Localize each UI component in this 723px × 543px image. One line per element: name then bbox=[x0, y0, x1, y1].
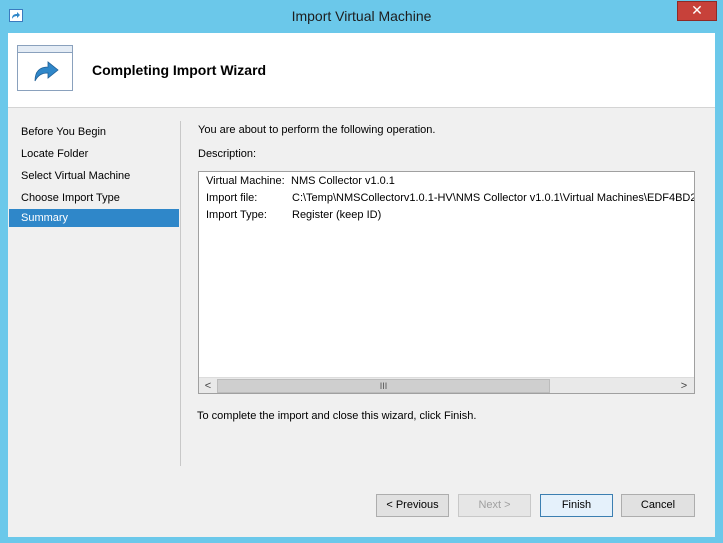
title-bar[interactable]: Import Virtual Machine ✕ bbox=[0, 0, 723, 33]
next-button[interactable]: Next > bbox=[458, 494, 531, 517]
scroll-left-arrow-icon[interactable]: < bbox=[200, 379, 216, 393]
wizard-header: Completing Import Wizard bbox=[8, 33, 715, 108]
nav-item-choose-import-type[interactable]: Choose Import Type bbox=[9, 189, 179, 207]
nav-item-locate-folder[interactable]: Locate Folder bbox=[9, 145, 179, 163]
intro-text: You are about to perform the following o… bbox=[198, 124, 436, 136]
nav-item-before-you-begin[interactable]: Before You Begin bbox=[9, 123, 179, 141]
detail-row-virtual-machine: Virtual Machine: NMS Collector v1.0.1 bbox=[206, 175, 395, 187]
horizontal-scrollbar[interactable]: < III > bbox=[199, 377, 694, 393]
detail-key: Import Type: bbox=[206, 209, 267, 221]
page-title: Completing Import Wizard bbox=[92, 62, 267, 78]
window-title: Import Virtual Machine bbox=[291, 8, 432, 24]
detail-key: Virtual Machine: bbox=[206, 175, 285, 187]
detail-value: C:\Temp\NMSCollectorv1.0.1-HV\NMS Collec… bbox=[292, 192, 695, 204]
nav-item-summary[interactable]: Summary bbox=[9, 209, 179, 227]
previous-button[interactable]: < Previous bbox=[376, 494, 449, 517]
description-label: Description: bbox=[198, 148, 257, 160]
wizard-body: Completing Import Wizard Before You Begi… bbox=[8, 33, 715, 537]
close-button[interactable]: ✕ bbox=[677, 1, 717, 21]
detail-value: NMS Collector v1.0.1 bbox=[291, 175, 395, 187]
detail-key: Import file: bbox=[206, 192, 258, 204]
import-arrow-icon bbox=[17, 45, 73, 91]
import-vm-window: Import Virtual Machine ✕ Completing Impo… bbox=[0, 0, 723, 543]
detail-value: Register (keep ID) bbox=[292, 209, 382, 221]
nav-divider bbox=[180, 121, 181, 466]
detail-row-import-type: Import Type: Register (keep ID) bbox=[206, 209, 381, 221]
finish-instruction: To complete the import and close this wi… bbox=[197, 410, 477, 422]
description-box[interactable]: Virtual Machine: NMS Collector v1.0.1 Im… bbox=[198, 171, 695, 394]
detail-row-import-file: Import file: C:\Temp\NMSCollectorv1.0.1-… bbox=[206, 192, 694, 204]
wizard-steps-nav: Before You Begin Locate Folder Select Vi… bbox=[8, 108, 180, 466]
scroll-right-arrow-icon[interactable]: > bbox=[676, 379, 692, 393]
scrollbar-thumb[interactable]: III bbox=[217, 379, 550, 393]
nav-item-select-virtual-machine[interactable]: Select Virtual Machine bbox=[9, 167, 179, 185]
finish-button[interactable]: Finish bbox=[540, 494, 613, 517]
cancel-button[interactable]: Cancel bbox=[621, 494, 695, 517]
